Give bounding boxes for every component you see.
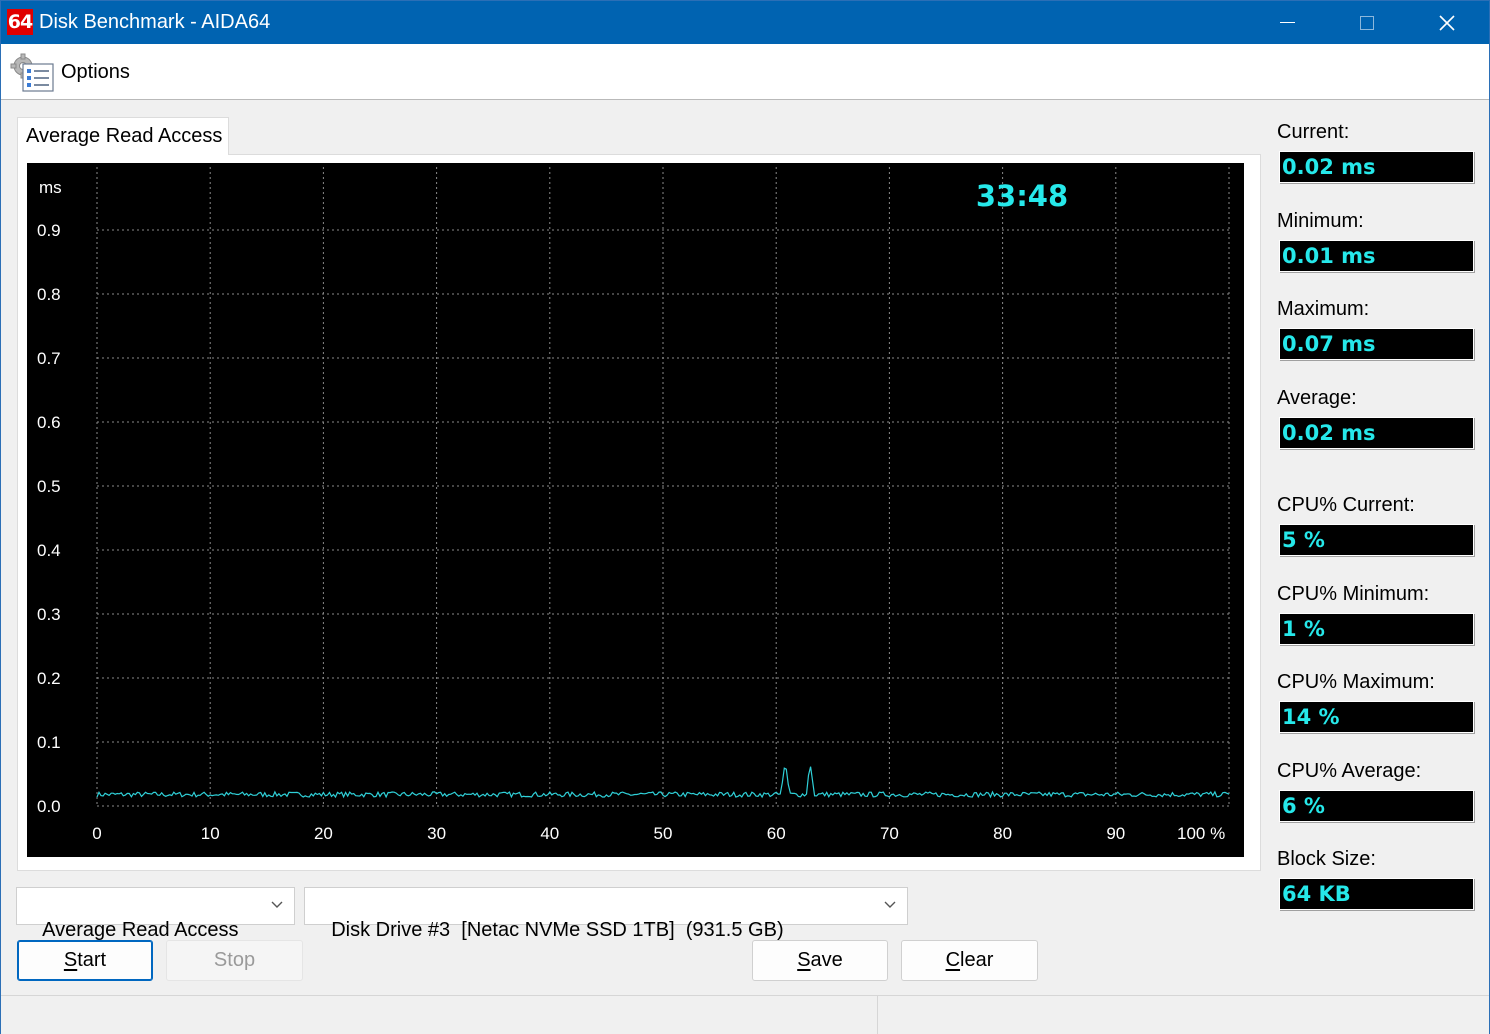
stop-label: Stop [213,949,256,971]
start-label-post: tart [77,949,107,971]
average-value: 0.02 ms [1279,417,1474,449]
chevron-down-icon [884,901,896,908]
chevron-down-icon [271,901,283,908]
x-tick-label: 70 [880,824,899,843]
y-axis-unit-label: ms [39,178,62,197]
y-tick-label: 0.3 [37,605,61,624]
minimum-label: Minimum: [1277,210,1364,232]
x-tick-label: 60 [767,824,786,843]
maximum-value: 0.07 ms [1279,328,1474,360]
close-button[interactable] [1407,1,1487,44]
drive-select[interactable]: Disk Drive #3 [Netac NVMe SSD 1TB] (931.… [304,887,908,941]
y-tick-label: 0.5 [37,477,61,496]
test-type-select-value: Average Read Access [42,919,239,941]
benchmark-chart-svg: 0.0 0.1 0.2 0.3 0.4 0.5 0.6 0.7 0.8 0.9 0 10 20 30 40… [37,167,1230,843]
cpu-maximum-label: CPU% Maximum: [1277,671,1435,693]
cpu-average-value: 6 % [1279,790,1474,822]
elapsed-timer: 33:48 [976,179,1068,213]
cpu-current-value: 5 % [1279,524,1474,556]
cpu-minimum-label: CPU% Minimum: [1277,583,1430,605]
block-size-value: 64 KB [1279,878,1474,910]
current-label: Current: [1277,121,1350,143]
gear-checklist-icon [9,52,55,92]
cpu-average-label: CPU% Average: [1277,760,1422,782]
start-button[interactable]: Start [17,940,153,981]
minimum-value: 0.01 ms [1279,240,1474,272]
minimize-icon [1279,22,1295,23]
clear-button[interactable]: Clear [901,940,1038,981]
benchmark-graph: 0.0 0.1 0.2 0.3 0.4 0.5 0.6 0.7 0.8 0.9 0 10 20 30 40… [27,163,1244,857]
clear-label-hotkey: C [945,949,961,971]
y-tick-label: 0.4 [37,541,61,560]
y-tick-label: 0.8 [37,285,61,304]
x-tick-label: 20 [314,824,333,843]
stop-button[interactable]: Stop [166,940,303,981]
y-tick-label: 0.7 [37,349,61,368]
title-bar[interactable]: 64 Disk Benchmark - AIDA64 [1,1,1489,44]
options-menu[interactable]: Options [9,52,130,92]
x-tick-label: 100 % [1177,824,1225,843]
x-tick-label: 40 [540,824,559,843]
start-label-hotkey: S [63,949,78,971]
status-bar [1,995,1489,1034]
test-type-select[interactable]: Average Read Access [16,887,295,941]
save-label-hotkey: S [797,949,811,971]
y-tick-label: 0.2 [37,669,61,688]
close-icon [1439,14,1455,31]
options-menu-label: Options [61,60,130,83]
minimize-button[interactable] [1247,1,1327,44]
drive-select-value: Disk Drive #3 [Netac NVMe SSD 1TB] (931.… [331,919,784,941]
menu-bar: Options [1,44,1489,100]
chart-grid [96,167,1230,807]
x-tick-label: 0 [92,824,101,843]
x-tick-label: 30 [427,824,446,843]
disk-benchmark-window: 64 Disk Benchmark - AIDA64 Options Avera… [0,0,1490,1034]
cpu-minimum-value: 1 % [1279,613,1474,645]
save-label-post: ave [810,949,843,971]
aida64-app-icon: 64 [7,9,33,35]
average-label: Average: [1277,387,1357,409]
maximize-button[interactable] [1327,1,1407,44]
window-title: Disk Benchmark - AIDA64 [39,11,271,33]
maximize-icon [1360,15,1374,30]
block-size-label: Block Size: [1277,848,1376,870]
y-tick-label: 0.1 [37,733,61,752]
cpu-maximum-value: 14 % [1279,701,1474,733]
maximum-label: Maximum: [1277,298,1370,320]
tab-average-read-access[interactable]: Average Read Access [17,117,229,155]
x-tick-label: 10 [201,824,220,843]
clear-label-post: lear [960,949,994,971]
x-tick-label: 80 [993,824,1012,843]
y-tick-label: 0.0 [37,797,61,816]
x-axis-ticks: 0 10 20 30 40 50 60 70 80 90 100 % [92,824,1225,843]
save-button[interactable]: Save [752,940,888,981]
cpu-current-label: CPU% Current: [1277,494,1415,516]
y-axis-ticks: 0.0 0.1 0.2 0.3 0.4 0.5 0.6 0.7 0.8 0.9 [37,221,61,816]
status-bar-divider [877,996,878,1034]
x-tick-label: 50 [654,824,673,843]
y-tick-label: 0.6 [37,413,61,432]
x-tick-label: 90 [1106,824,1125,843]
current-value: 0.02 ms [1279,151,1474,183]
y-tick-label: 0.9 [37,221,61,240]
